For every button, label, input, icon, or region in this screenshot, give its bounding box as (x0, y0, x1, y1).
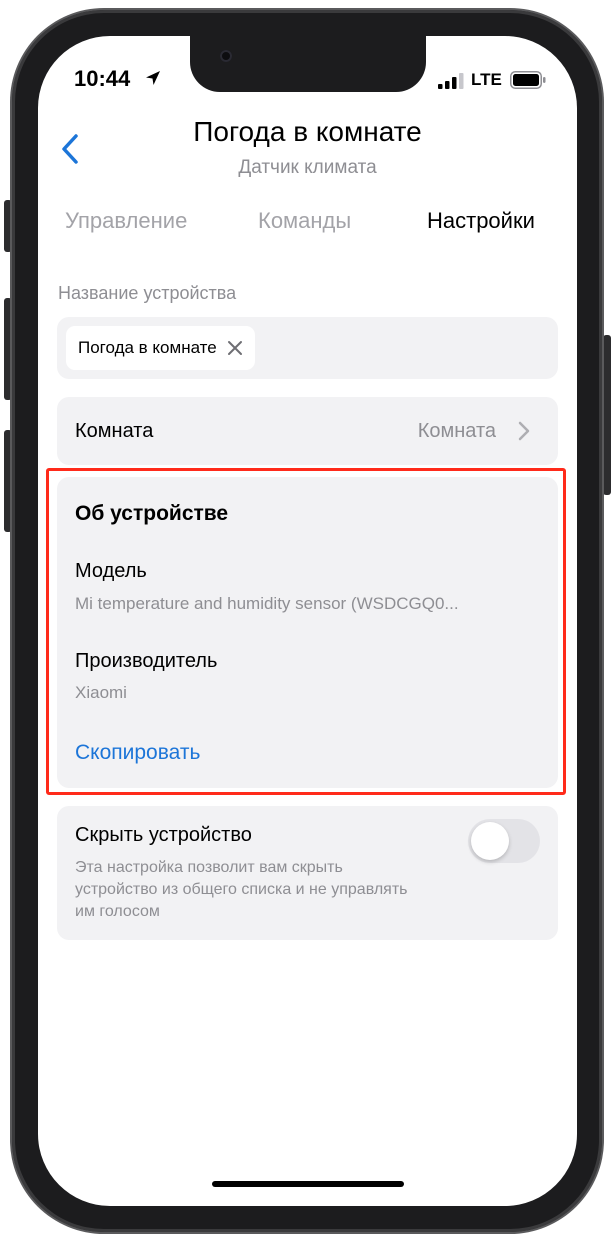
toggle-knob (471, 822, 509, 860)
network-type: LTE (471, 70, 502, 89)
page-title: Погода в комнате (193, 116, 422, 147)
tab-commands[interactable]: Команды (258, 208, 351, 234)
room-row[interactable]: Комната Комната (57, 397, 558, 465)
silent-switch (4, 200, 12, 252)
battery-icon (510, 71, 546, 89)
page-subtitle: Датчик климата (238, 157, 377, 178)
device-name-value: Погода в комнате (78, 338, 217, 357)
status-time: 10:44 (74, 66, 131, 91)
room-value: Комната (417, 420, 496, 442)
volume-up-button (4, 298, 12, 400)
tab-control[interactable]: Управление (65, 208, 187, 234)
volume-down-button (4, 430, 12, 532)
phone-screen: 10:44 LTE Погода в комнате Датчик климат… (38, 36, 577, 1206)
front-camera (220, 50, 232, 62)
hide-device-toggle[interactable] (468, 819, 540, 863)
home-indicator[interactable] (212, 1181, 404, 1187)
hide-device-label: Скрыть устройство (75, 824, 252, 846)
location-arrow-icon (146, 71, 160, 85)
hide-device-card: Скрыть устройство Эта настройка позволит… (57, 806, 558, 940)
tab-settings[interactable]: Настройки (427, 208, 535, 234)
notch (190, 36, 426, 92)
close-icon[interactable] (227, 340, 243, 356)
device-name-label: Название устройства (58, 283, 237, 303)
chevron-right-icon (518, 421, 530, 441)
power-button (603, 335, 611, 495)
device-name-field[interactable]: Погода в комнате (57, 317, 558, 379)
highlight-annotation (46, 468, 566, 795)
cellular-signal-icon (438, 73, 464, 89)
device-name-chip[interactable]: Погода в комнате (66, 326, 255, 370)
hide-device-description: Эта настройка позволит вам скрыть устрой… (75, 859, 408, 920)
room-label: Комната (75, 420, 154, 442)
